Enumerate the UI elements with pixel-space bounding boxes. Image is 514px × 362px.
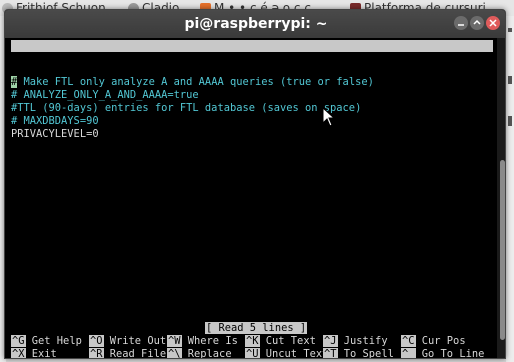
shortcut-exit[interactable]: ^X Exit xyxy=(11,348,57,359)
shortcut-cut-text[interactable]: ^K Cut Text xyxy=(245,335,316,348)
maximize-icon xyxy=(473,19,481,25)
shortcut-label: Read File xyxy=(109,348,167,359)
nano-filename: /etc/pihole//pihole-FTL.conf xyxy=(179,64,355,76)
shortcut-label: Replace xyxy=(187,348,232,359)
file-line-text: PRIVACYLEVEL=0 xyxy=(11,128,99,140)
minimize-button[interactable] xyxy=(454,16,468,30)
shortcut-key: ^R xyxy=(89,348,104,359)
file-line[interactable]: #TTL (90-days) entries for FTL database … xyxy=(11,102,361,115)
shortcut-key: ^X xyxy=(11,348,26,359)
shortcut-write-out[interactable]: ^O Write Out xyxy=(89,335,166,348)
maximize-button[interactable] xyxy=(470,16,484,30)
background-window-mark xyxy=(508,116,512,126)
terminal-area[interactable]: GNU nano 3.2 /etc/pihole//pihole-FTL.con… xyxy=(5,38,497,359)
close-button[interactable] xyxy=(486,16,500,30)
shortcut-key: ^T xyxy=(323,348,338,359)
shortcut-read-file[interactable]: ^R Read File xyxy=(89,348,167,359)
shortcut-to-spell[interactable]: ^T To Spell xyxy=(323,348,394,359)
shortcut-key: ^\ xyxy=(167,348,182,359)
shortcut-key: ^J xyxy=(323,335,338,347)
shortcut-label: Justify xyxy=(343,335,388,347)
file-line-text: Make FTL only analyze A and AAAA queries… xyxy=(17,76,374,88)
file-line-text: # ANALYZE_ONLY_A_AND_AAAA=true xyxy=(11,89,199,101)
shortcut-justify[interactable]: ^J Justify xyxy=(323,335,388,348)
window-titlebar[interactable]: pi@raspberrypi: ~ xyxy=(5,10,505,38)
shortcut-uncut-text[interactable]: ^U Uncut Text xyxy=(245,348,329,359)
shortcut-label: Uncut Text xyxy=(265,348,329,359)
shortcut-label: Go To Line xyxy=(421,348,485,359)
nano-header-bar: GNU nano 3.2 /etc/pihole//pihole-FTL.con… xyxy=(11,40,493,76)
shortcut-label: Exit xyxy=(31,348,57,359)
shortcut-cur-pos[interactable]: ^C Cur Pos xyxy=(401,335,466,348)
shortcut-label: Cut Text xyxy=(265,335,316,347)
file-line[interactable]: # Make FTL only analyze A and AAAA queri… xyxy=(11,76,374,89)
shortcut-bar: ^G Get Help ^O Write Out ^W Where Is ^K … xyxy=(11,335,497,359)
shortcut-label: Cur Pos xyxy=(421,335,466,347)
shortcut-where-is[interactable]: ^W Where Is xyxy=(167,335,238,348)
shortcut-key: ^O xyxy=(89,335,104,347)
shortcut-key: ^K xyxy=(245,335,260,347)
file-line-text: # MAXDBDAYS=90 xyxy=(11,115,99,127)
shortcut-label: To Spell xyxy=(343,348,394,359)
shortcut-key: ^_ xyxy=(401,348,416,359)
terminal-scrollbar[interactable] xyxy=(497,38,505,358)
file-line-text: #TTL (90-days) entries for FTL database … xyxy=(11,102,362,114)
scrollbar-thumb[interactable] xyxy=(500,160,505,340)
shortcut-key: ^W xyxy=(167,335,182,347)
close-icon xyxy=(489,19,497,27)
terminal-window: pi@raspberrypi: ~ GNU nano 3.2 /etc/piho… xyxy=(4,9,506,359)
shortcut-replace[interactable]: ^\ Replace xyxy=(167,348,232,359)
mouse-pointer-icon xyxy=(322,107,336,127)
shortcut-key: ^C xyxy=(401,335,416,347)
nano-version: GNU nano 3.2 xyxy=(19,52,95,64)
window-title: pi@raspberrypi: ~ xyxy=(184,16,328,32)
shortcut-label: Get Help xyxy=(31,335,82,347)
minimize-icon xyxy=(458,24,464,26)
shortcut-label: Write Out xyxy=(109,335,167,347)
shortcut-key: ^U xyxy=(245,348,260,359)
file-line[interactable]: # ANALYZE_ONLY_A_AND_AAAA=true xyxy=(11,89,199,102)
file-line[interactable]: # MAXDBDAYS=90 xyxy=(11,115,99,128)
file-line[interactable]: PRIVACYLEVEL=0 xyxy=(11,128,99,141)
shortcut-go-to-line[interactable]: ^_ Go To Line xyxy=(401,348,485,359)
shortcut-get-help[interactable]: ^G Get Help xyxy=(11,335,82,348)
background-window-mark xyxy=(508,28,512,32)
background-window-mark xyxy=(508,76,512,84)
shortcut-label: Where Is xyxy=(187,335,238,347)
status-message: [ Read 5 lines ] xyxy=(205,322,308,334)
background-window-edge xyxy=(506,16,514,362)
shortcut-key: ^G xyxy=(11,335,26,347)
